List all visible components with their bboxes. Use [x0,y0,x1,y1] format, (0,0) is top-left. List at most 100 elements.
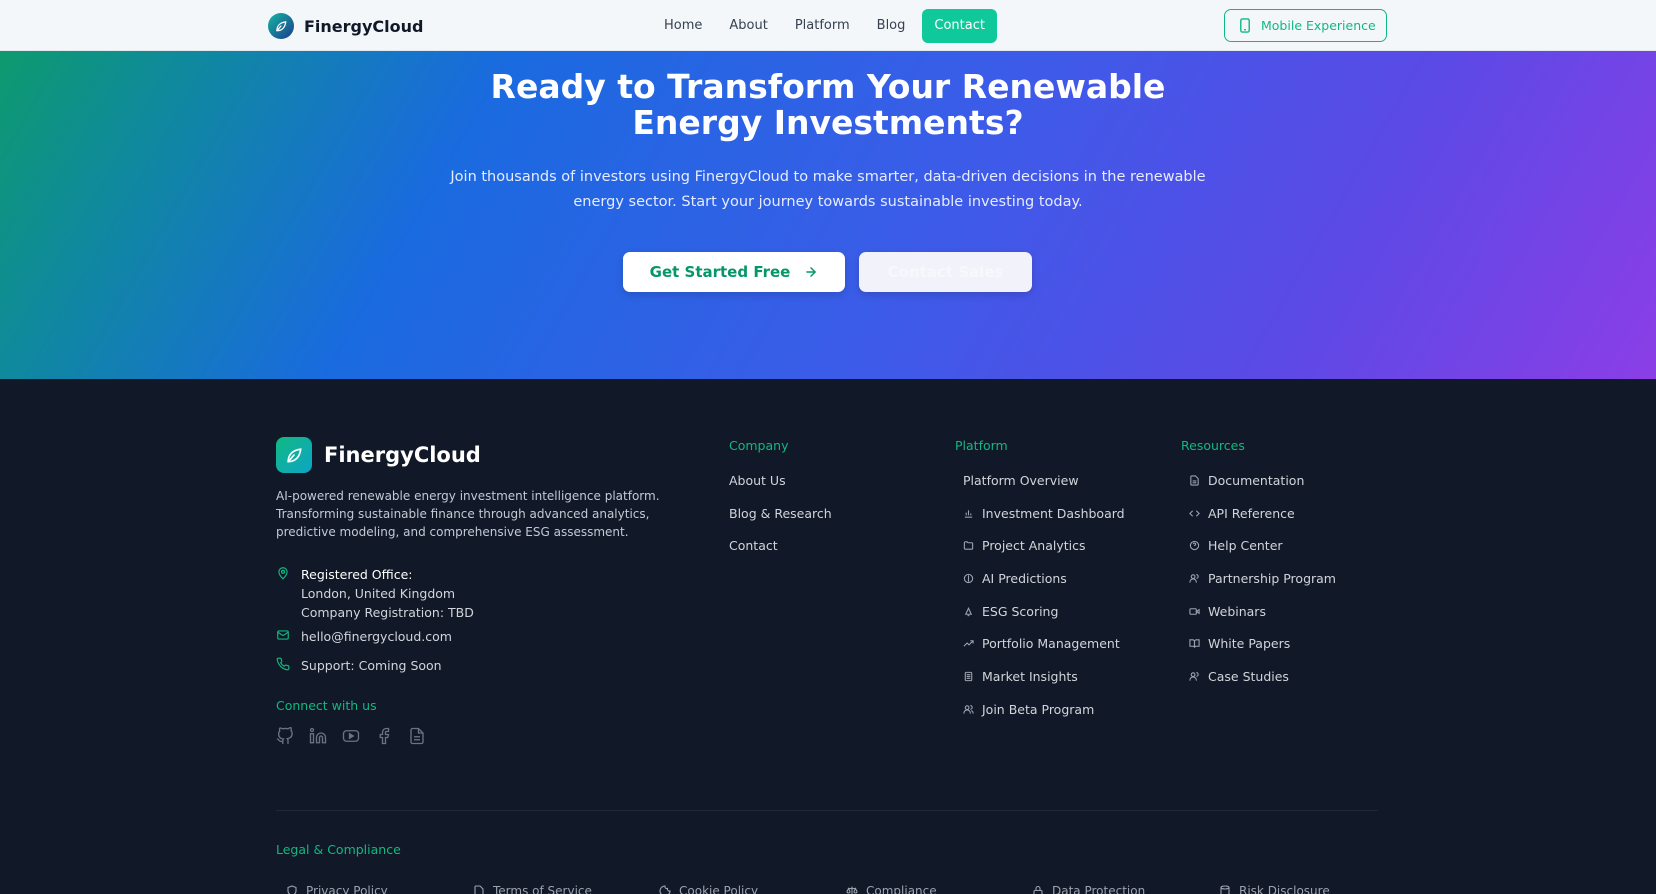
nav-home[interactable]: Home [652,9,714,43]
hero-subtitle: Join thousands of investors using Finerg… [450,169,1206,210]
footer-link-about-us[interactable]: About Us [729,471,832,490]
nav-blog[interactable]: Blog [865,9,918,43]
office-address: Registered Office: London, United Kingdo… [276,565,474,622]
company-links: About Us Blog & Research Contact [729,471,832,569]
social-links [276,727,426,745]
leaf-icon [268,13,294,39]
footer-link-join-beta[interactable]: Join Beta Program [963,700,1125,719]
legal-link-risk-disclosure[interactable]: Risk Disclosure [1219,884,1330,894]
resources-title: Resources [1181,438,1245,453]
office-line1: London, United Kingdom [301,586,456,601]
link-label: About Us [729,473,786,488]
footer-link-esg-scoring[interactable]: ESG Scoring [963,602,1125,621]
legal-link-privacy[interactable]: Privacy Policy [286,884,388,894]
footer-link-market-insights[interactable]: Market Insights [963,667,1125,686]
office-line2: Company Registration: TBD [301,605,474,620]
map-pin-icon [278,567,288,580]
cta-hero: Ready to Transform Your Renewable Energy… [0,51,1656,379]
legal-link-terms[interactable]: Terms of Service [473,884,592,894]
link-label: API Reference [1208,505,1295,521]
legal-link-cookie[interactable]: Cookie Policy [659,884,758,894]
link-label: ESG Scoring [982,603,1059,619]
database-icon [1220,885,1230,894]
cookie-icon [659,885,671,894]
footer-link-portfolio-management[interactable]: Portfolio Management [963,634,1125,653]
link-label: Terms of Service [493,884,592,894]
footer-link-white-papers[interactable]: White Papers [1189,634,1336,653]
footer-link-documentation[interactable]: Documentation [1189,471,1336,490]
link-label: Contact [729,538,778,554]
legal-link-data-protection[interactable]: Data Protection [1032,884,1145,894]
hero-title: Ready to Transform Your Renewable Energy… [490,67,1166,142]
arrow-right-icon [806,267,817,277]
code-icon [1189,510,1200,517]
email-text: hello@finergycloud.com [301,629,452,644]
brand[interactable]: FinergyCloud [268,13,424,39]
bar-chart-icon [964,509,973,518]
link-label: Documentation [1208,473,1305,488]
link-label: Help Center [1208,538,1283,554]
phone-icon [276,657,290,671]
contact-sales-button[interactable]: Contact Sales [859,252,1032,292]
footer-description: AI-powered renewable energy investment i… [276,489,660,539]
users-icon [1189,672,1199,681]
email-contact[interactable]: hello@finergycloud.com [276,627,452,646]
hero-title-wrap: Ready to Transform Your Renewable Energy… [0,69,1656,141]
footer-link-platform-overview[interactable]: Platform Overview [963,471,1125,490]
company-title: Company [729,438,789,453]
leaf-icon [964,606,973,616]
nav-links: Home About Platform Blog Contact [652,9,1000,43]
link-label: Risk Disclosure [1239,884,1330,894]
folder-icon [963,541,974,551]
mobile-experience-label: Mobile Experience [1261,18,1376,33]
document-icon[interactable] [408,727,426,745]
link-label: Privacy Policy [306,884,388,894]
legal-link-compliance[interactable]: Compliance [846,884,937,894]
footer-link-case-studies[interactable]: Case Studies [1189,667,1336,686]
connect-title: Connect with us [276,698,377,713]
mobile-experience-button[interactable]: Mobile Experience [1224,9,1387,42]
nav-platform[interactable]: Platform [783,9,862,43]
link-label: Project Analytics [982,538,1086,554]
platform-title: Platform [955,438,1008,453]
footer-link-api-reference[interactable]: API Reference [1189,504,1336,523]
link-label: Cookie Policy [679,884,759,894]
legal-title: Legal & Compliance [276,842,401,857]
mail-icon [277,630,289,640]
help-icon [1189,541,1200,551]
nav-contact[interactable]: Contact [922,9,997,43]
video-icon [1189,607,1200,615]
footer-link-ai-predictions[interactable]: AI Predictions [963,569,1125,588]
newspaper-icon [964,671,973,682]
link-label: Investment Dashboard [982,505,1125,521]
link-label: Data Protection [1052,884,1146,894]
office-label: Registered Office: [301,567,413,582]
nav-about[interactable]: About [717,9,779,43]
lock-icon [1033,885,1043,894]
footer: FinergyCloud AI-powered renewable energy… [0,379,1656,894]
footer-link-blog-research[interactable]: Blog & Research [729,504,832,523]
youtube-icon[interactable] [342,727,360,745]
linkedin-icon[interactable] [309,727,327,745]
link-label: Join Beta Program [982,701,1095,717]
scale-icon [846,886,858,894]
platform-links: Platform Overview Investment Dashboard P… [963,471,1125,733]
get-started-label: Get Started Free [649,263,791,281]
users-icon [963,704,974,714]
facebook-icon[interactable] [375,727,393,745]
footer-link-help-center[interactable]: Help Center [1189,536,1336,555]
support-text: Support: Coming Soon [301,658,442,673]
users-icon [1189,574,1199,583]
link-label: White Papers [1208,636,1291,652]
footer-brand[interactable]: FinergyCloud [276,437,481,473]
link-label: Blog & Research [729,505,832,521]
brain-icon [963,573,974,584]
footer-link-partnership[interactable]: Partnership Program [1189,569,1336,588]
link-label: Partnership Program [1208,571,1336,587]
github-icon[interactable] [276,727,294,745]
get-started-button[interactable]: Get Started Free [623,252,845,292]
footer-link-webinars[interactable]: Webinars [1189,602,1336,621]
footer-link-investment-dashboard[interactable]: Investment Dashboard [963,504,1125,523]
footer-link-contact[interactable]: Contact [729,536,832,555]
footer-link-project-analytics[interactable]: Project Analytics [963,536,1125,555]
